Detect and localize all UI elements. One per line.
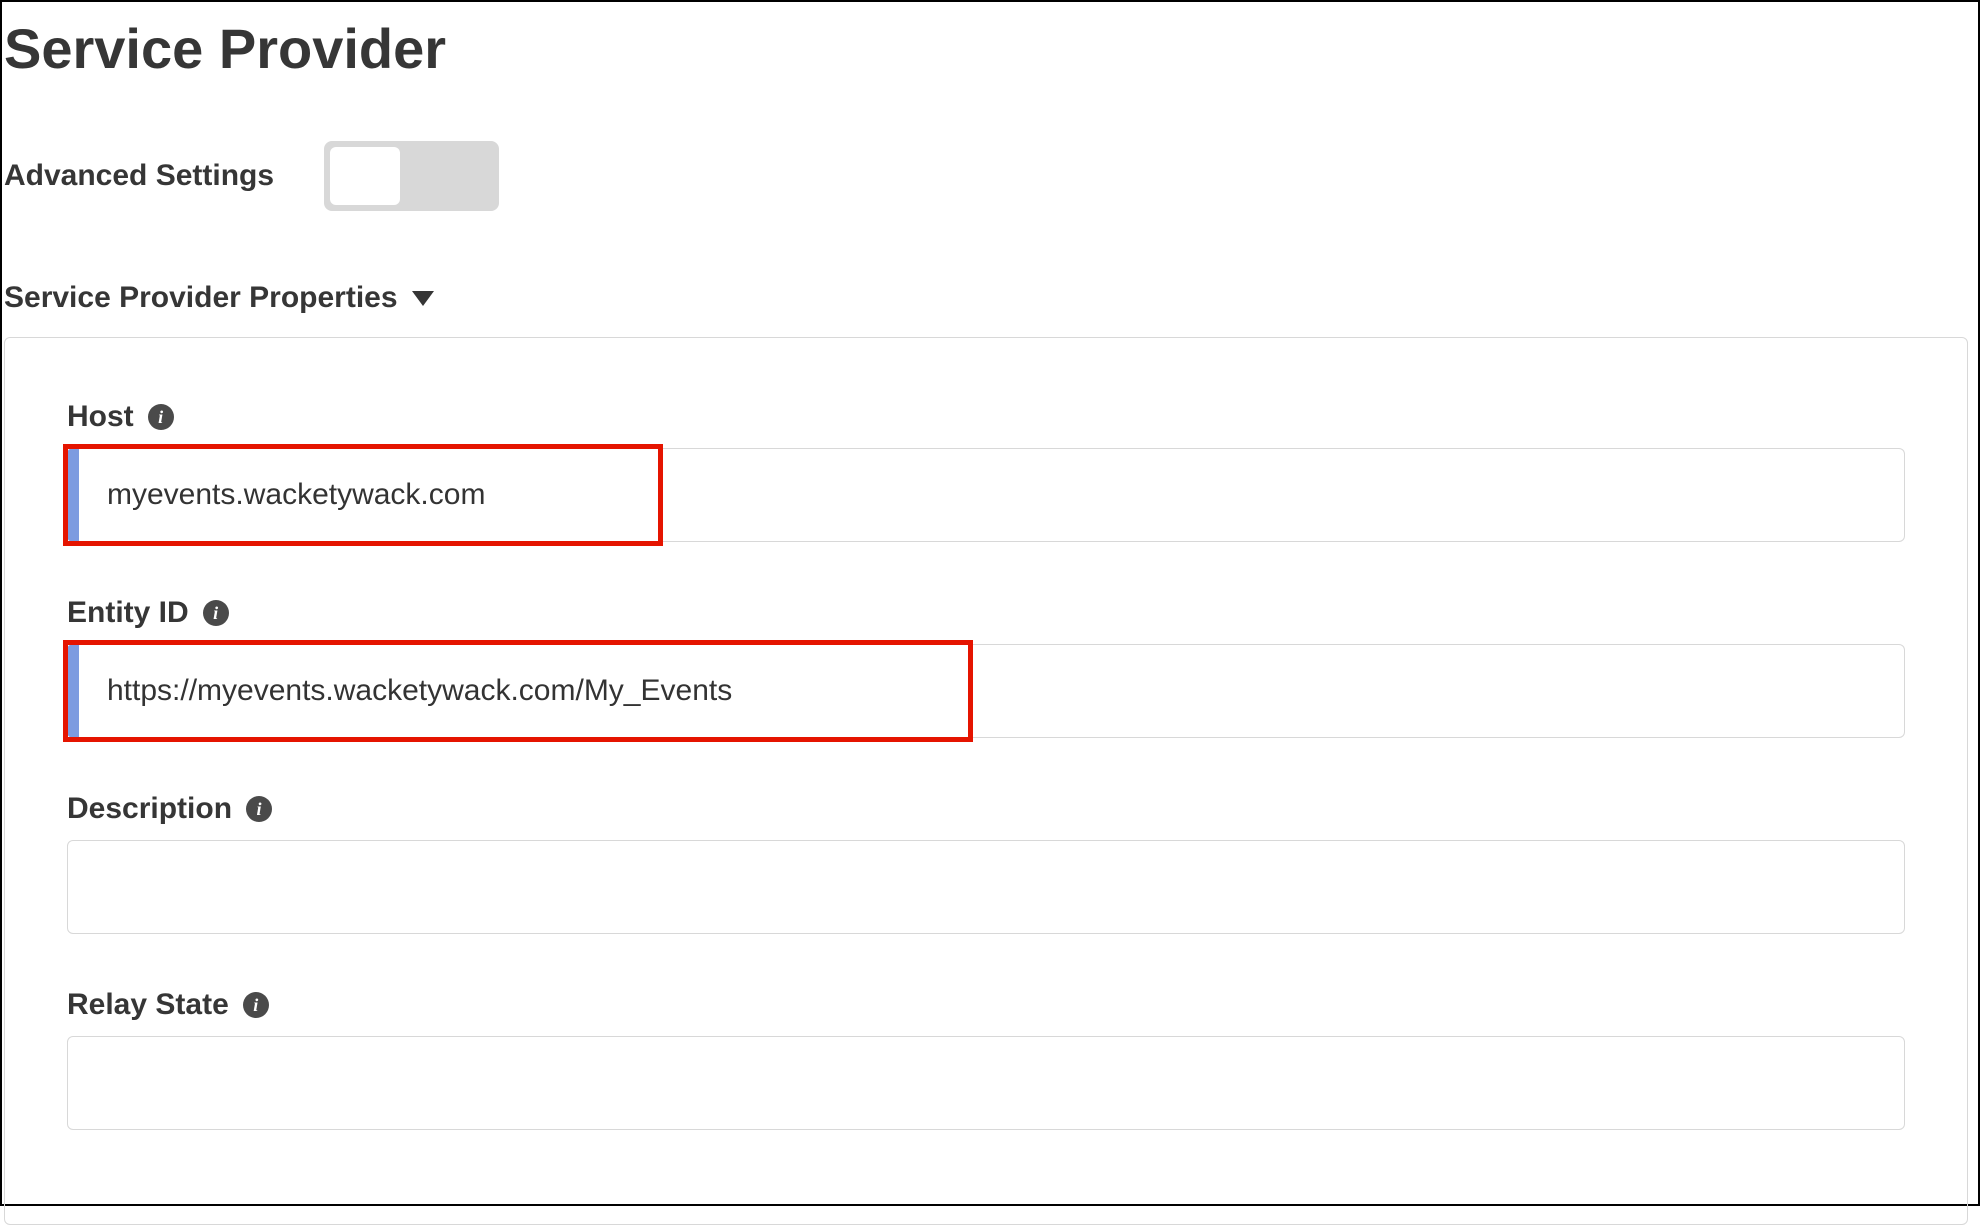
info-icon[interactable]: i <box>203 600 229 626</box>
chevron-down-icon <box>412 291 434 306</box>
info-icon[interactable]: i <box>243 992 269 1018</box>
section-heading-row[interactable]: Service Provider Properties <box>4 281 1974 315</box>
properties-panel: Host i Entity ID i Description i Relay S… <box>4 337 1968 1225</box>
host-input[interactable] <box>67 448 1905 542</box>
entity-id-input[interactable] <box>67 644 1905 738</box>
entity-id-label: Entity ID <box>67 596 189 630</box>
relay-state-label: Relay State <box>67 988 229 1022</box>
info-icon[interactable]: i <box>246 796 272 822</box>
host-field-group: Host i <box>67 400 1905 542</box>
relay-state-input[interactable] <box>67 1036 1905 1130</box>
advanced-settings-label: Advanced Settings <box>4 159 274 193</box>
host-label: Host <box>67 400 134 434</box>
entity-id-field-group: Entity ID i <box>67 596 1905 738</box>
description-input[interactable] <box>67 840 1905 934</box>
relay-state-field-group: Relay State i <box>67 988 1905 1130</box>
advanced-settings-row: Advanced Settings <box>4 141 1974 211</box>
page-title: Service Provider <box>4 6 1974 81</box>
description-label: Description <box>67 792 232 826</box>
info-icon[interactable]: i <box>148 404 174 430</box>
advanced-settings-toggle[interactable] <box>324 141 499 211</box>
section-heading: Service Provider Properties <box>4 281 398 315</box>
description-field-group: Description i <box>67 792 1905 934</box>
